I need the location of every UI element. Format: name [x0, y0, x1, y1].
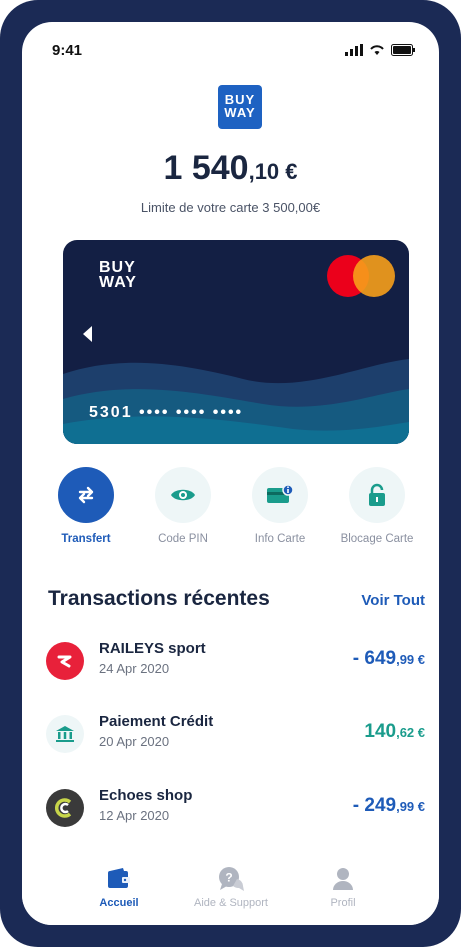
transaction-row[interactable]: RAILEYS sport 24 Apr 2020 - 649,99 € — [46, 640, 425, 686]
quick-actions: Transfert Code PIN Info Carte Blocage Ca… — [22, 467, 439, 557]
echoes-logo-icon — [46, 789, 84, 827]
action-blocage-carte[interactable]: Blocage Carte — [332, 467, 422, 545]
status-time: 9:41 — [52, 41, 83, 59]
transaction-amount: 140,62 € — [364, 721, 425, 743]
tab-label: Profil — [330, 897, 356, 909]
amount-main: - 249 — [352, 795, 397, 816]
transaction-name: RAILEYS sport — [99, 640, 206, 657]
transfer-icon — [58, 467, 114, 523]
tab-label: Aide & Support — [194, 897, 268, 909]
balance-integer: 1 540 — [163, 149, 249, 187]
amount-main: - 649 — [352, 648, 397, 669]
mastercard-logo-icon-right — [353, 255, 395, 297]
bank-icon — [46, 715, 84, 753]
action-label: Code PIN — [158, 533, 208, 545]
card-info-icon — [252, 467, 308, 523]
status-bar: 9:41 — [52, 40, 415, 60]
action-label: Info Carte — [254, 533, 306, 545]
action-info-carte[interactable]: Info Carte — [235, 467, 325, 545]
action-label: Blocage Carte — [340, 533, 414, 545]
battery-icon — [391, 44, 415, 56]
tab-aide-support[interactable]: ? Aide & Support — [176, 865, 286, 909]
status-icons — [345, 44, 415, 56]
wallet-icon — [64, 865, 174, 893]
transaction-row[interactable]: Paiement Crédit 20 Apr 2020 140,62 € — [46, 713, 425, 759]
balance-amount: 1 540,10 € — [22, 149, 439, 188]
transaction-amount: - 249,99 € — [353, 795, 425, 817]
amount-cents: ,99 € — [396, 799, 425, 814]
card-wave-decoration — [63, 359, 409, 444]
action-label: Transfert — [61, 533, 111, 545]
bottom-tab-bar: Accueil ? Aide & Support Profil — [22, 845, 439, 925]
signal-icon — [345, 44, 363, 56]
help-chat-icon: ? — [176, 865, 286, 893]
wifi-icon — [370, 45, 384, 55]
transaction-amount: - 649,99 € — [353, 648, 425, 670]
tab-accueil[interactable]: Accueil — [64, 865, 174, 909]
see-all-link[interactable]: Voir Tout — [361, 592, 425, 609]
transaction-date: 20 Apr 2020 — [99, 734, 170, 749]
raileys-logo-icon — [46, 642, 84, 680]
tab-label: Accueil — [99, 897, 139, 909]
action-code-pin[interactable]: Code PIN — [138, 467, 228, 545]
transaction-name: Echoes shop — [99, 787, 193, 804]
user-icon — [288, 865, 398, 893]
balance-decimal: ,10 € — [248, 159, 298, 184]
amount-cents: ,62 € — [396, 725, 425, 740]
transaction-date: 12 Apr 2020 — [99, 808, 170, 823]
eye-icon — [155, 467, 211, 523]
card-brand-line2: WAY — [99, 274, 137, 291]
amount-main: 140 — [364, 721, 397, 742]
card-brand: BUY WAY — [99, 259, 137, 291]
action-transfert[interactable]: Transfert — [41, 467, 131, 545]
logo-line2: WAY — [224, 105, 256, 120]
svg-text:?: ? — [225, 871, 232, 885]
transaction-date: 24 Apr 2020 — [99, 661, 170, 676]
lock-icon — [349, 467, 405, 523]
card-limit: Limite de votre carte 3 500,00€ — [140, 200, 321, 215]
tab-profil[interactable]: Profil — [288, 865, 398, 909]
transactions-title: Transactions récentes — [48, 587, 270, 610]
phone-screen: 9:41 BUY WAY 1 540,10 € Limite de votre … — [22, 22, 439, 925]
transaction-row[interactable]: Echoes shop 12 Apr 2020 - 249,99 € — [46, 787, 425, 833]
transaction-name: Paiement Crédit — [99, 713, 214, 730]
amount-cents: ,99 € — [396, 652, 425, 667]
buyway-logo: BUY WAY — [218, 85, 262, 129]
card-brand-line1: BUY — [99, 259, 136, 276]
credit-card[interactable]: BUY WAY 5301 •••• •••• •••• — [63, 240, 409, 444]
card-number: 5301 •••• •••• •••• — [89, 404, 244, 421]
